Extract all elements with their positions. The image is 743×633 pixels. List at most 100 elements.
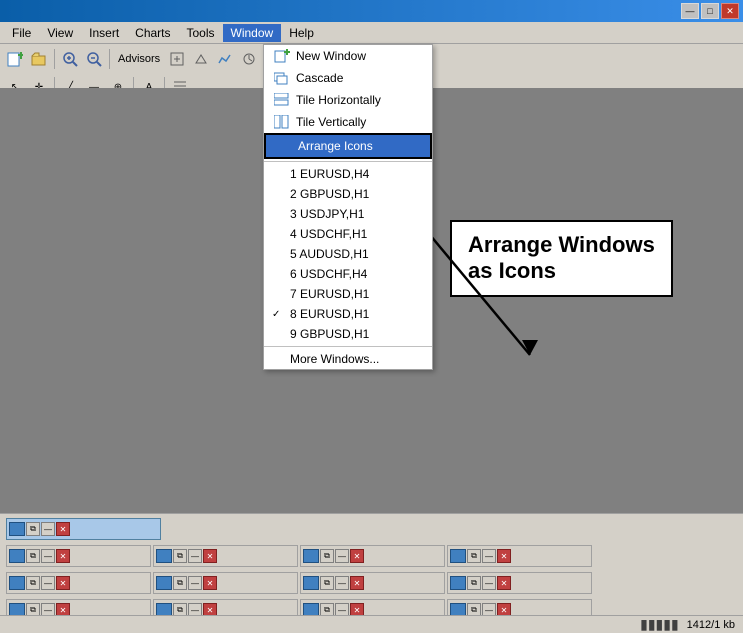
mini-close-r1-4[interactable]: ✕ xyxy=(497,549,511,563)
check-6 xyxy=(272,269,290,280)
check-2 xyxy=(272,189,290,200)
minimize-button[interactable]: — xyxy=(681,3,699,19)
zoom-out-button[interactable] xyxy=(83,48,105,70)
mini-close-r2-1[interactable]: ✕ xyxy=(56,576,70,590)
advisor-btn-1[interactable] xyxy=(166,48,188,70)
menu-window-8[interactable]: ✓ 8 EURUSD,H1 xyxy=(264,304,432,324)
menu-file[interactable]: File xyxy=(4,24,39,42)
mini-close-r1-2[interactable]: ✕ xyxy=(203,549,217,563)
check-5 xyxy=(272,249,290,260)
menu-bar: File View Insert Charts Tools Window Hel… xyxy=(0,22,743,44)
new-window-icon xyxy=(272,48,292,64)
mini-min-r2-3[interactable]: — xyxy=(335,576,349,590)
check-7 xyxy=(272,289,290,300)
tile-v-icon xyxy=(272,114,292,130)
mini-icon-r2-3 xyxy=(303,576,319,590)
menu-cascade[interactable]: Cascade xyxy=(264,67,432,89)
open-button[interactable] xyxy=(28,48,50,70)
menu-window-3[interactable]: 3 USDJPY,H1 xyxy=(264,204,432,224)
mini-restore-active[interactable]: ⧉ xyxy=(26,522,40,536)
mini-restore-r1-1[interactable]: ⧉ xyxy=(26,549,40,563)
mini-restore-r1-3[interactable]: ⧉ xyxy=(320,549,334,563)
menu-separator-2 xyxy=(264,346,432,347)
mini-min-r1-1[interactable]: — xyxy=(41,549,55,563)
annotation-line2: as Icons xyxy=(468,258,556,283)
toolbar-sep-1 xyxy=(54,49,55,69)
maximize-button[interactable]: □ xyxy=(701,3,719,19)
mini-min-r1-2[interactable]: — xyxy=(188,549,202,563)
zoom-in-button[interactable] xyxy=(59,48,81,70)
mini-window-row1-3[interactable]: ⧉ — ✕ xyxy=(300,545,445,567)
mini-close-active[interactable]: ✕ xyxy=(56,522,70,536)
menu-tools[interactable]: Tools xyxy=(179,24,223,42)
mini-min-r2-1[interactable]: — xyxy=(41,576,55,590)
check-4 xyxy=(272,229,290,240)
close-button[interactable]: ✕ xyxy=(721,3,739,19)
mini-restore-r1-4[interactable]: ⧉ xyxy=(467,549,481,563)
mini-window-row2-3[interactable]: ⧉ — ✕ xyxy=(300,572,445,594)
mini-close-r2-4[interactable]: ✕ xyxy=(497,576,511,590)
active-window-icon[interactable]: ⧉ — ✕ xyxy=(6,518,161,540)
menu-window-9[interactable]: 9 GBPUSD,H1 xyxy=(264,324,432,344)
advisors-label: Advisors xyxy=(114,53,164,65)
mini-min-r2-4[interactable]: — xyxy=(482,576,496,590)
menu-charts[interactable]: Charts xyxy=(127,24,178,42)
mini-close-r2-3[interactable]: ✕ xyxy=(350,576,364,590)
toolbar-sep-2 xyxy=(109,49,110,69)
window-dropdown-menu: New Window Cascade Tile Horizontally xyxy=(263,44,433,370)
mini-icon-r1-4 xyxy=(450,549,466,563)
menu-new-window[interactable]: New Window xyxy=(264,45,432,67)
menu-tile-horizontally[interactable]: Tile Horizontally xyxy=(264,89,432,111)
menu-window-5[interactable]: 5 AUDUSD,H1 xyxy=(264,244,432,264)
check-3 xyxy=(272,209,290,220)
menu-window-6[interactable]: 6 USDCHF,H4 xyxy=(264,264,432,284)
mini-icon-r2-2 xyxy=(156,576,172,590)
mini-close-r2-2[interactable]: ✕ xyxy=(203,576,217,590)
menu-help[interactable]: Help xyxy=(281,24,322,42)
menu-view[interactable]: View xyxy=(39,24,81,42)
menu-arrange-icons[interactable]: Arrange Icons xyxy=(264,133,432,159)
check-1 xyxy=(272,169,290,180)
mini-window-row2-2[interactable]: ⧉ — ✕ xyxy=(153,572,298,594)
mini-window-row1-1[interactable]: ⧉ — ✕ xyxy=(6,545,151,567)
advisor-btn-2[interactable] xyxy=(190,48,212,70)
mini-icon-r2-1 xyxy=(9,576,25,590)
status-bar: ▮▮▮▮▮ 1412/1 kb xyxy=(0,615,743,633)
mini-close-r1-3[interactable]: ✕ xyxy=(350,549,364,563)
mini-min-r1-3[interactable]: — xyxy=(335,549,349,563)
menu-window-1[interactable]: 1 EURUSD,H4 xyxy=(264,164,432,184)
advisor-btn-3[interactable] xyxy=(214,48,236,70)
check-8: ✓ xyxy=(272,309,290,320)
mini-window-row1-4[interactable]: ⧉ — ✕ xyxy=(447,545,592,567)
mini-icon-r1-3 xyxy=(303,549,319,563)
mini-windows-area: ⧉ — ✕ ⧉ — ✕ ⧉ — ✕ ⧉ — xyxy=(0,514,743,625)
mini-restore-r2-1[interactable]: ⧉ xyxy=(26,576,40,590)
mini-icon-r2-4 xyxy=(450,576,466,590)
arrange-icons-icon xyxy=(274,138,294,154)
advisor-btn-4[interactable] xyxy=(238,48,260,70)
new-chart-button[interactable] xyxy=(4,48,26,70)
menu-separator-1 xyxy=(264,161,432,162)
mini-win-icon-active xyxy=(9,522,25,536)
mini-window-row2-1[interactable]: ⧉ — ✕ xyxy=(6,572,151,594)
menu-window-7[interactable]: 7 EURUSD,H1 xyxy=(264,284,432,304)
menu-tile-vertically[interactable]: Tile Vertically xyxy=(264,111,432,133)
mini-close-r1-1[interactable]: ✕ xyxy=(56,549,70,563)
mini-restore-r2-4[interactable]: ⧉ xyxy=(467,576,481,590)
menu-window-2[interactable]: 2 GBPUSD,H1 xyxy=(264,184,432,204)
mini-min-r2-2[interactable]: — xyxy=(188,576,202,590)
status-text: 1412/1 kb xyxy=(687,619,735,631)
bottom-taskbar: ⧉ — ✕ ⧉ — ✕ ⧉ — ✕ ⧉ — xyxy=(0,513,743,615)
menu-more-windows[interactable]: More Windows... xyxy=(264,349,432,369)
menu-window[interactable]: Window xyxy=(223,24,282,42)
mini-window-row1-2[interactable]: ⧉ — ✕ xyxy=(153,545,298,567)
menu-window-4[interactable]: 4 USDCHF,H1 xyxy=(264,224,432,244)
title-bar-controls: — □ ✕ xyxy=(681,3,739,19)
mini-min-active[interactable]: — xyxy=(41,522,55,536)
mini-restore-r2-2[interactable]: ⧉ xyxy=(173,576,187,590)
mini-min-r1-4[interactable]: — xyxy=(482,549,496,563)
mini-window-row2-4[interactable]: ⧉ — ✕ xyxy=(447,572,592,594)
mini-restore-r2-3[interactable]: ⧉ xyxy=(320,576,334,590)
menu-insert[interactable]: Insert xyxy=(81,24,127,42)
mini-restore-r1-2[interactable]: ⧉ xyxy=(173,549,187,563)
